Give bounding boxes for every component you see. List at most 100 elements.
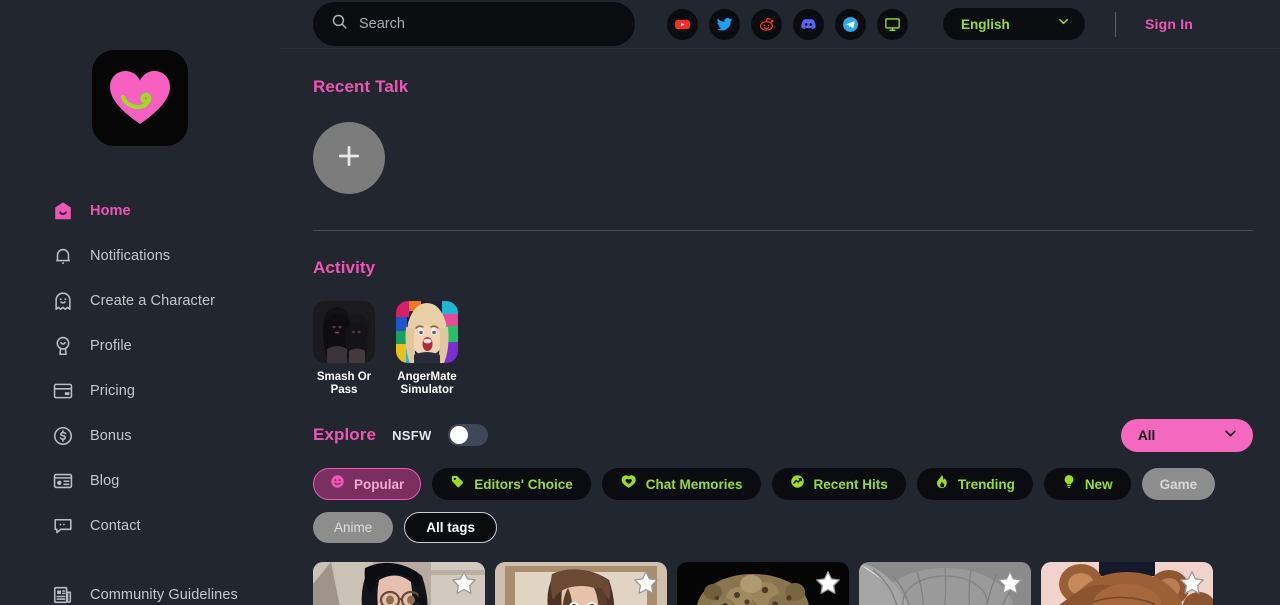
- character-card-grid: [313, 562, 1280, 605]
- chip-popular[interactable]: Popular: [313, 468, 422, 500]
- chip-label: Chat Memories: [645, 476, 743, 492]
- character-card[interactable]: [677, 562, 849, 605]
- sidebar-item-community-guidelines[interactable]: Community Guidelines: [0, 572, 280, 605]
- chevron-down-icon: [1223, 426, 1238, 446]
- tag-all-tags[interactable]: All tags: [404, 512, 498, 543]
- sidebar-item-notifications[interactable]: Notifications: [0, 233, 280, 278]
- recent-talk-title: Recent Talk: [313, 77, 409, 96]
- top-header: English Sign In: [280, 0, 1280, 49]
- tag-icon: [450, 474, 465, 494]
- chip-label: Editors' Choice: [474, 476, 573, 492]
- chart-circle-icon: [790, 474, 805, 494]
- search-input[interactable]: [359, 16, 617, 32]
- youtube-icon[interactable]: [667, 8, 698, 40]
- activity-item[interactable]: Smash Or Pass: [313, 301, 375, 397]
- app-logo[interactable]: [92, 50, 188, 146]
- search-container[interactable]: [313, 2, 635, 46]
- reddit-icon[interactable]: [751, 8, 782, 40]
- activity-thumbnail-smash-or-pass: [313, 301, 375, 363]
- sidebar-item-profile[interactable]: Profile: [0, 323, 280, 368]
- ghost-icon: [52, 290, 74, 312]
- chip-editors-choice[interactable]: Editors' Choice: [432, 468, 591, 500]
- nsfw-label: NSFW: [392, 427, 432, 443]
- sidebar-item-bonus[interactable]: Bonus: [0, 413, 280, 458]
- recent-talk-section: Recent Talk: [313, 49, 1280, 194]
- chip-recent-hits[interactable]: Recent Hits: [771, 468, 906, 500]
- sidebar-item-contact[interactable]: Contact: [0, 503, 280, 548]
- tag-anime[interactable]: Anime: [313, 512, 394, 543]
- discord-icon[interactable]: [793, 8, 824, 40]
- sidebar-item-blog[interactable]: Blog: [0, 458, 280, 503]
- chip-label: Trending: [957, 476, 1015, 492]
- chip-trending[interactable]: Trending: [916, 468, 1033, 500]
- main-content: English Sign In Recent Talk: [280, 0, 1280, 605]
- category-chip-list: Popular Editors' Choice Chat Memories Re…: [313, 468, 1280, 500]
- chip-game[interactable]: Game: [1141, 468, 1216, 500]
- sidebar-item-home[interactable]: Home: [0, 188, 280, 233]
- sidebar-item-label: Home: [90, 202, 131, 219]
- activity-label: AngerMate Simulator: [397, 371, 457, 396]
- chip-new[interactable]: New: [1043, 468, 1131, 500]
- favorite-star-icon[interactable]: [633, 570, 659, 596]
- language-label: English: [961, 16, 1010, 32]
- twitter-icon[interactable]: [709, 8, 740, 40]
- chevron-down-icon: [1057, 15, 1070, 33]
- desktop-icon[interactable]: [877, 8, 908, 40]
- sidebar: Home Notifications Create a Character Pr…: [0, 0, 280, 605]
- favorite-star-icon[interactable]: [1179, 570, 1205, 596]
- search-icon: [331, 13, 348, 35]
- tag-list: Anime All tags: [313, 512, 1280, 543]
- heart-smile-logo-icon: [110, 71, 170, 124]
- sidebar-item-label: Notifications: [90, 247, 171, 264]
- social-links: [667, 8, 908, 40]
- activity-title: Activity: [313, 258, 376, 277]
- activity-thumbnail-angermate-simulator: [396, 301, 458, 363]
- character-card[interactable]: [1041, 562, 1213, 605]
- sidebar-item-create-a-character[interactable]: Create a Character: [0, 278, 280, 323]
- add-recent-talk-button[interactable]: [313, 122, 385, 194]
- favorite-star-icon[interactable]: [815, 570, 841, 596]
- header-separator: [1115, 11, 1116, 37]
- filter-dropdown-label: All: [1138, 428, 1156, 443]
- chip-label: Popular: [354, 476, 405, 492]
- nsfw-toggle[interactable]: [447, 424, 488, 446]
- chip-label: Recent Hits: [813, 476, 888, 492]
- character-card[interactable]: [313, 562, 485, 605]
- guidelines-icon: [52, 584, 74, 605]
- sidebar-item-label: Contact: [90, 517, 141, 534]
- filter-dropdown[interactable]: All: [1121, 419, 1253, 452]
- chat-bubble-icon: [52, 515, 74, 537]
- heart-chat-icon: [620, 474, 637, 494]
- favorite-star-icon[interactable]: [451, 570, 477, 596]
- character-card[interactable]: [495, 562, 667, 605]
- explore-section: Explore NSFW All Popular Editors' Choice…: [313, 397, 1280, 605]
- app-root: Home Notifications Create a Character Pr…: [0, 0, 1280, 605]
- content-area: Recent Talk Activity Smash Or Pass Anger…: [280, 49, 1280, 605]
- sidebar-item-label: Create a Character: [90, 292, 216, 309]
- article-icon: [52, 470, 74, 492]
- activity-list: Smash Or Pass AngerMate Simulator: [313, 301, 1280, 397]
- activity-item[interactable]: AngerMate Simulator: [396, 301, 458, 397]
- sign-in-button[interactable]: Sign In: [1145, 16, 1193, 32]
- dollar-circle-icon: [52, 425, 74, 447]
- sidebar-item-label: Community Guidelines: [90, 586, 238, 603]
- language-selector[interactable]: English: [943, 8, 1085, 40]
- sidebar-item-label: Profile: [90, 337, 132, 354]
- smiley-icon: [330, 474, 345, 494]
- favorite-star-icon[interactable]: [997, 570, 1023, 596]
- plus-icon: [334, 141, 364, 176]
- character-card[interactable]: [859, 562, 1031, 605]
- flame-icon: [935, 474, 949, 494]
- activity-label: Smash Or Pass: [316, 371, 372, 396]
- chip-chat-memories[interactable]: Chat Memories: [601, 468, 761, 500]
- profile-icon: [52, 335, 74, 357]
- credit-card-icon: [52, 380, 74, 402]
- nsfw-toggle-knob: [449, 426, 468, 444]
- sidebar-item-label: Pricing: [90, 382, 136, 399]
- telegram-icon[interactable]: [835, 8, 866, 40]
- sidebar-item-pricing[interactable]: Pricing: [0, 368, 280, 413]
- bell-icon: [52, 245, 74, 267]
- explore-title: Explore: [313, 425, 377, 444]
- sidebar-item-label: Bonus: [90, 427, 132, 444]
